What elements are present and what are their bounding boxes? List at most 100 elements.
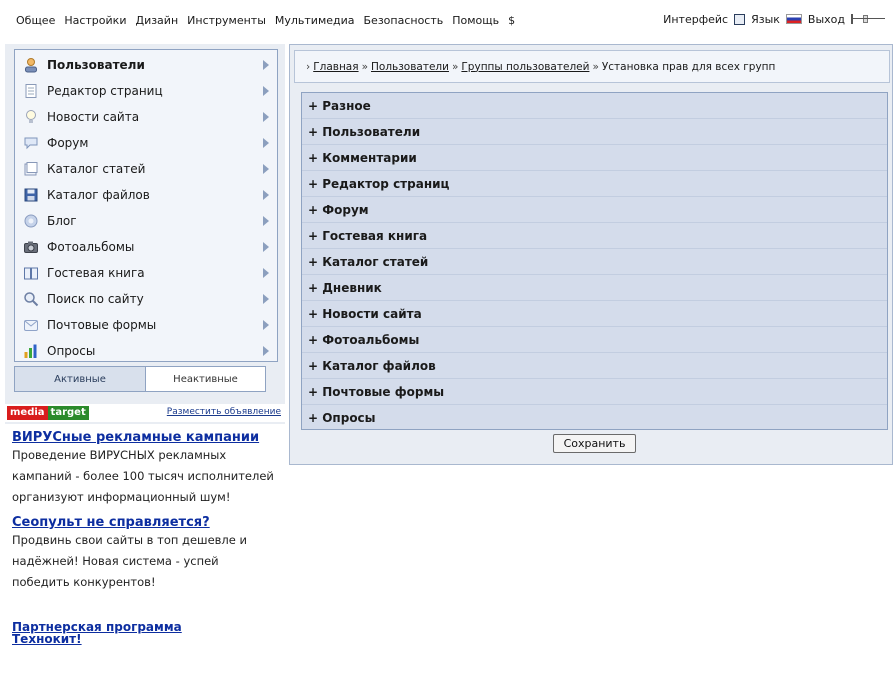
sidebar-item-blog[interactable]: Блог (15, 208, 277, 234)
chevron-right-icon (263, 242, 269, 252)
group-row-diary[interactable]: + Дневник (302, 275, 887, 301)
sidebar-item-label: Редактор страниц (47, 84, 163, 98)
chevron-right-icon (263, 138, 269, 148)
menu-security[interactable]: Безопасность (364, 14, 444, 27)
sidebar-item-label: Гостевая книга (47, 266, 145, 280)
left-sidebar: Пользователи Редактор страниц Новости са… (5, 44, 285, 675)
chevron-right-icon (263, 216, 269, 226)
language-label[interactable]: Язык (751, 13, 780, 26)
ad-title-link[interactable]: Партнерская программа Технокит! (12, 621, 202, 645)
width-slider-icon[interactable] (851, 12, 885, 26)
breadcrumb-groups-link[interactable]: Группы пользователей (461, 61, 589, 73)
group-row-misc[interactable]: + Разное (302, 93, 887, 119)
camera-icon (24, 241, 38, 253)
chevron-right-icon (263, 294, 269, 304)
menu-design[interactable]: Дизайн (135, 14, 178, 27)
group-row-mail-forms[interactable]: + Почтовые формы (302, 379, 887, 405)
sidebar-item-label: Каталог статей (47, 162, 146, 176)
blog-icon (24, 214, 38, 228)
breadcrumb-home-link[interactable]: Главная (313, 61, 358, 73)
group-row-comments[interactable]: + Комментарии (302, 145, 887, 171)
sidebar-item-label: Поиск по сайту (47, 292, 144, 306)
menu-multimedia[interactable]: Мультимедиа (275, 14, 355, 27)
chevron-right-icon (263, 346, 269, 356)
module-nav-panel: Пользователи Редактор страниц Новости са… (14, 49, 278, 362)
group-row-page-editor[interactable]: + Редактор страниц (302, 171, 887, 197)
floppy-icon (24, 188, 38, 202)
place-ad-link[interactable]: Разместить объявление (167, 407, 281, 417)
group-row-polls[interactable]: + Опросы (302, 405, 887, 431)
group-row-photoalbums[interactable]: + Фотоальбомы (302, 327, 887, 353)
sidebar-item-label: Почтовые формы (47, 318, 157, 332)
group-row-forum[interactable]: + Форум (302, 197, 887, 223)
ad-title-link[interactable]: ВИРУСные рекламные кампании (12, 430, 278, 445)
ad-text: Продвинь свои сайты в топ дешевле и надё… (12, 533, 247, 589)
sidebar-item-label: Пользователи (47, 58, 145, 72)
sidebar-item-guestbook[interactable]: Гостевая книга (15, 260, 277, 286)
sidebar-item-label: Новости сайта (47, 110, 140, 124)
ad-title-link[interactable]: Сеопульт не справляется? (12, 515, 278, 530)
module-status-tabs: Активные Неактивные (14, 366, 278, 392)
sidebar-item-label: Каталог файлов (47, 188, 150, 202)
interface-toggle-icon[interactable] (734, 13, 746, 25)
sidebar-item-news[interactable]: Новости сайта (15, 104, 277, 130)
breadcrumb-current: Установка прав для всех групп (601, 60, 776, 73)
breadcrumb-users-link[interactable]: Пользователи (371, 61, 449, 73)
tab-active[interactable]: Активные (14, 366, 146, 392)
ad-text: Проведение ВИРУСНЫХ рекламных кампаний -… (12, 448, 274, 504)
tab-inactive[interactable]: Неактивные (146, 366, 266, 392)
ad-block: ВИРУСные рекламные кампании Проведение В… (5, 424, 285, 675)
document-icon (24, 162, 38, 176)
top-right-controls: Интерфейс Язык Выход (663, 12, 885, 26)
sidebar-item-label: Фотоальбомы (47, 240, 135, 254)
user-icon (25, 58, 37, 73)
speech-bubble-icon (24, 137, 38, 150)
interface-label[interactable]: Интерфейс (663, 13, 728, 26)
sidebar-item-label: Блог (47, 214, 77, 228)
main-menu: Общее Настройки Дизайн Инструменты Мульт… (16, 14, 515, 27)
sidebar-item-articles[interactable]: Каталог статей (15, 156, 277, 182)
menu-tools[interactable]: Инструменты (187, 14, 266, 27)
magnifier-icon (24, 292, 39, 307)
breadcrumb: › Главная » Пользователи » Группы пользо… (294, 50, 890, 83)
book-icon (24, 267, 38, 280)
exit-link[interactable]: Выход (808, 13, 845, 26)
menu-payments[interactable]: $ (508, 14, 515, 27)
sidebar-item-users[interactable]: Пользователи (15, 52, 277, 78)
top-menu-bar: Общее Настройки Дизайн Инструменты Мульт… (0, 0, 893, 38)
sidebar-item-mail-forms[interactable]: Почтовые формы (15, 312, 277, 338)
chevron-right-icon (263, 112, 269, 122)
chevron-right-icon (263, 190, 269, 200)
bulb-icon (26, 110, 36, 123)
permission-groups-list: + Разное + Пользователи + Комментарии + … (301, 92, 888, 430)
bar-chart-icon (24, 344, 37, 358)
sidebar-item-files[interactable]: Каталог файлов (15, 182, 277, 208)
group-row-files[interactable]: + Каталог файлов (302, 353, 887, 379)
sidebar-item-polls[interactable]: Опросы (15, 338, 277, 364)
russian-flag-icon[interactable] (785, 14, 802, 24)
sidebar-item-photoalbums[interactable]: Фотоальбомы (15, 234, 277, 260)
mail-form-icon (24, 320, 38, 331)
menu-help[interactable]: Помощь (452, 14, 499, 27)
menu-general[interactable]: Общее (16, 14, 55, 27)
sidebar-item-label: Форум (47, 136, 89, 150)
page-icon (25, 84, 37, 98)
breadcrumb-marker-icon: › (306, 60, 311, 73)
group-row-articles[interactable]: + Каталог статей (302, 249, 887, 275)
group-row-news[interactable]: + Новости сайта (302, 301, 887, 327)
chevron-right-icon (263, 268, 269, 278)
save-button[interactable]: Сохранить (552, 433, 637, 453)
group-row-guestbook[interactable]: + Гостевая книга (302, 223, 887, 249)
chevron-right-icon (263, 164, 269, 174)
main-panel: › Главная » Пользователи » Группы пользо… (289, 44, 893, 465)
chevron-right-icon (263, 320, 269, 330)
chevron-right-icon (263, 60, 269, 70)
group-row-users[interactable]: + Пользователи (302, 119, 887, 145)
sidebar-item-forum[interactable]: Форум (15, 130, 277, 156)
sidebar-item-page-editor[interactable]: Редактор страниц (15, 78, 277, 104)
ad-header: media target Разместить объявление (5, 404, 285, 422)
mediatarget-logo[interactable]: media target (7, 406, 89, 420)
menu-settings[interactable]: Настройки (64, 14, 126, 27)
sidebar-item-label: Опросы (47, 344, 96, 358)
sidebar-item-site-search[interactable]: Поиск по сайту (15, 286, 277, 312)
